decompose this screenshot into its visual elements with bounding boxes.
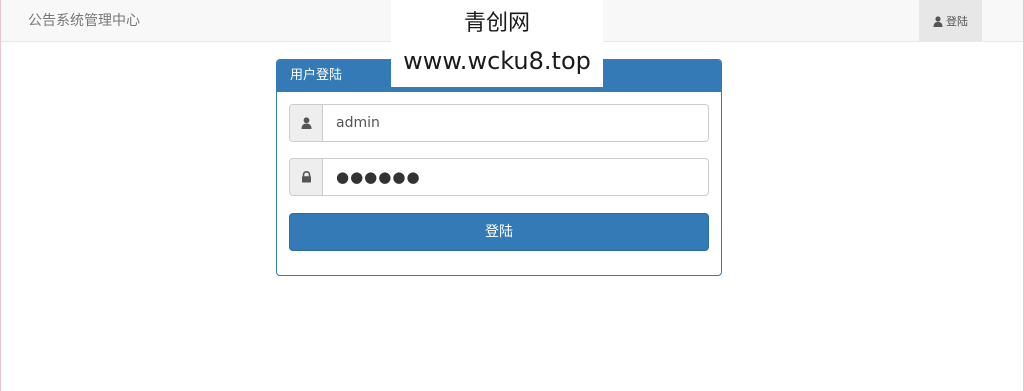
- password-input-group: ●●●●●●: [289, 158, 709, 196]
- nav-login-link[interactable]: 登陆: [919, 0, 982, 42]
- nav-login-label: 登陆: [946, 15, 968, 28]
- watermark: 青创网 www.wcku8.top: [391, 0, 603, 87]
- watermark-title: 青创网: [463, 11, 530, 36]
- username-input-group: admin: [289, 104, 709, 142]
- password-input[interactable]: ●●●●●●: [323, 159, 708, 195]
- watermark-url: www.wcku8.top: [403, 47, 591, 75]
- username-input[interactable]: admin: [323, 105, 708, 141]
- login-panel: 用户登陆 admin ●●●●●● 登陆: [276, 59, 722, 276]
- user-icon: [933, 15, 943, 27]
- user-icon: [290, 105, 323, 141]
- brand-title[interactable]: 公告系统管理中心: [28, 0, 140, 42]
- login-button[interactable]: 登陆: [289, 213, 709, 251]
- lock-icon: [290, 159, 323, 195]
